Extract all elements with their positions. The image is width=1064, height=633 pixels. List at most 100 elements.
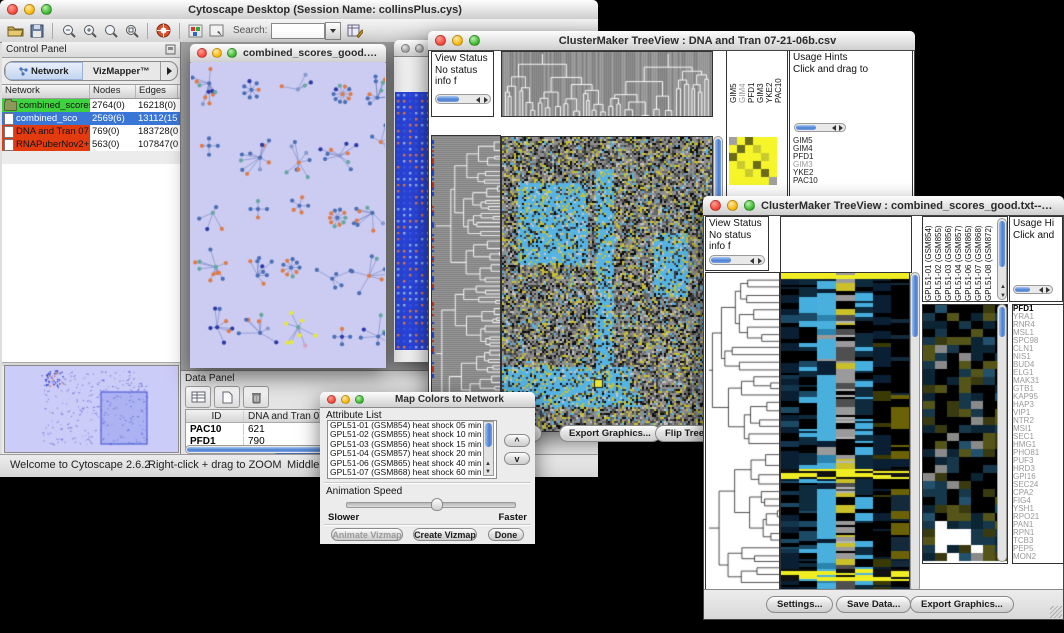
col-network[interactable]: Network [2,85,90,98]
tv1-column-dendrogram[interactable] [501,51,713,117]
search-dropdown-button[interactable] [325,22,341,40]
minimize-button[interactable] [212,48,222,58]
help-icon[interactable] [154,22,173,39]
table-panel-icon[interactable] [185,386,211,408]
column-label[interactable]: GIM4 [739,53,747,103]
column-label[interactable]: PFD1 [748,53,756,103]
scroll-down-icon[interactable]: ▼ [1000,293,1006,299]
tv2-status-scrollbar[interactable] [709,255,765,265]
tv2-zoom-heatmap[interactable] [922,304,1008,564]
done-button[interactable]: Done [488,528,524,541]
zoom-button[interactable] [469,35,480,46]
zoom-fit-icon[interactable] [101,22,120,39]
column-label[interactable]: GIM3 [757,53,765,103]
zoom-selected-icon[interactable] [122,22,141,39]
network-edges-count: 183728(0) [136,125,178,138]
tv2-heatmap-vscrollbar[interactable] [910,272,920,592]
minimize-button[interactable] [727,200,738,211]
network-row[interactable]: DNA and Tran 07769(0)183728(0) [2,125,180,138]
faster-label: Faster [498,512,527,523]
new-attribute-icon[interactable] [214,386,240,408]
column-label[interactable]: GPL51-08 (GSM872) [985,219,993,301]
tv2-column-tree-area[interactable] [780,216,912,273]
close-button[interactable] [327,395,336,404]
tv1-hints-scrollbar[interactable] [794,123,846,132]
column-label[interactable]: GPL51-03 (GSM856) [945,219,953,301]
scroll-down-icon[interactable]: ▼ [485,469,491,475]
map-dialog-title: Map Colors to Network [364,394,535,405]
close-button[interactable] [710,200,721,211]
animate-vizmap-button[interactable]: Animate Vizmap [331,528,403,541]
tv1-export-graphics-button[interactable]: Export Graphics... [559,425,661,442]
open-file-icon[interactable] [6,22,25,39]
zoom-button[interactable] [744,200,755,211]
network-row[interactable]: RNAPuberNov2+563(0)107847(0) [2,138,180,151]
gene-label[interactable]: PAC10 [793,177,911,185]
tv2-heatmap[interactable] [780,272,910,592]
column-label[interactable]: GPL51-07 (GSM868) [975,219,983,301]
zoom-button[interactable] [41,4,52,15]
minimize-button[interactable] [452,35,463,46]
tab-vizmapper[interactable]: VizMapper™ [83,62,161,80]
tv1-heatmap[interactable] [501,136,713,432]
column-label[interactable]: GPL51-02 (GSM855) [935,219,943,301]
tv1-row-dendrogram[interactable] [431,135,501,433]
attribute-list[interactable]: GPL51-01 (GSM854) heat shock 05 minGPL51… [327,420,497,479]
network-row[interactable]: combined_sco2569(6)13112(15) [2,112,180,125]
delete-attribute-icon[interactable] [243,386,269,408]
tv2-hints-scrollbar[interactable] [1013,285,1053,294]
tv2-view-status-text: No status info f [706,229,768,252]
float-panel-icon[interactable] [165,44,176,55]
zoom-out-icon[interactable] [59,22,78,39]
tv2-export-graphics-button[interactable]: Export Graphics... [910,596,1014,613]
attribute-browser-icon[interactable] [345,22,364,39]
network-row[interactable]: combined_scores2764(0)16218(0) [2,99,180,112]
main-titlebar[interactable]: Cytoscape Desktop (Session Name: collins… [0,0,598,20]
tv2-zoom-vscrollbar[interactable] [997,304,1007,562]
tv2-save-data-button[interactable]: Save Data... [836,596,911,613]
column-label[interactable]: GPL51-01 (GSM854) [925,219,933,301]
minimize-button[interactable] [341,395,350,404]
tv2-row-dendrogram[interactable] [705,272,780,592]
create-vizmap-button[interactable]: Create Vizmap [413,528,477,541]
move-down-button[interactable]: v [504,452,530,465]
minimize-button[interactable] [24,4,35,15]
tab-network[interactable]: Network [5,62,83,80]
zoom-button[interactable] [227,48,237,58]
slider-thumb[interactable] [431,498,443,511]
tv2-labels-vscrollbar[interactable]: ▲ ▼ [997,218,1007,300]
tv1-mini-heatmap[interactable] [729,137,777,185]
column-label[interactable]: GIM5 [730,53,738,103]
id-column-header[interactable]: ID [186,411,244,422]
attribute-item[interactable]: GPL51-07 (GSM868) heat shock 60 min [328,468,496,477]
attribute-list-scrollbar[interactable]: ▲ ▼ [483,421,494,476]
plugins-icon[interactable] [186,22,205,39]
column-label[interactable]: PAC10 [775,53,783,103]
network-canvas[interactable] [191,62,385,367]
col-nodes[interactable]: Nodes [90,85,136,98]
scroll-up-icon[interactable]: ▲ [1000,284,1006,290]
tv2-settings-button[interactable]: Settings... [766,596,833,613]
col-edges[interactable]: Edges [136,85,178,98]
column-label[interactable]: GPL51-04 (GSM857) [955,219,963,301]
minimize-button[interactable] [415,44,424,53]
zoom-button[interactable] [355,395,364,404]
resize-grip[interactable] [1050,606,1062,618]
close-button[interactable] [435,35,446,46]
annotation-icon[interactable] [207,22,226,39]
zoom-in-icon[interactable] [80,22,99,39]
tab-overflow-button[interactable] [160,62,177,80]
save-icon[interactable] [27,22,46,39]
tv1-status-scrollbar[interactable] [435,94,491,104]
column-label[interactable]: GPL51-06 (GSM865) [965,219,973,301]
close-button[interactable] [197,48,207,58]
animation-speed-slider[interactable] [346,502,516,508]
close-button[interactable] [7,4,18,15]
close-button[interactable] [401,44,410,53]
move-up-button[interactable]: ^ [504,434,530,447]
gene-label[interactable]: MON2 [1013,553,1063,561]
column-label[interactable]: YKE2 [766,53,774,103]
search-input[interactable] [271,23,325,39]
network-overview-panel[interactable] [4,365,179,453]
scroll-up-icon[interactable]: ▲ [485,461,491,467]
